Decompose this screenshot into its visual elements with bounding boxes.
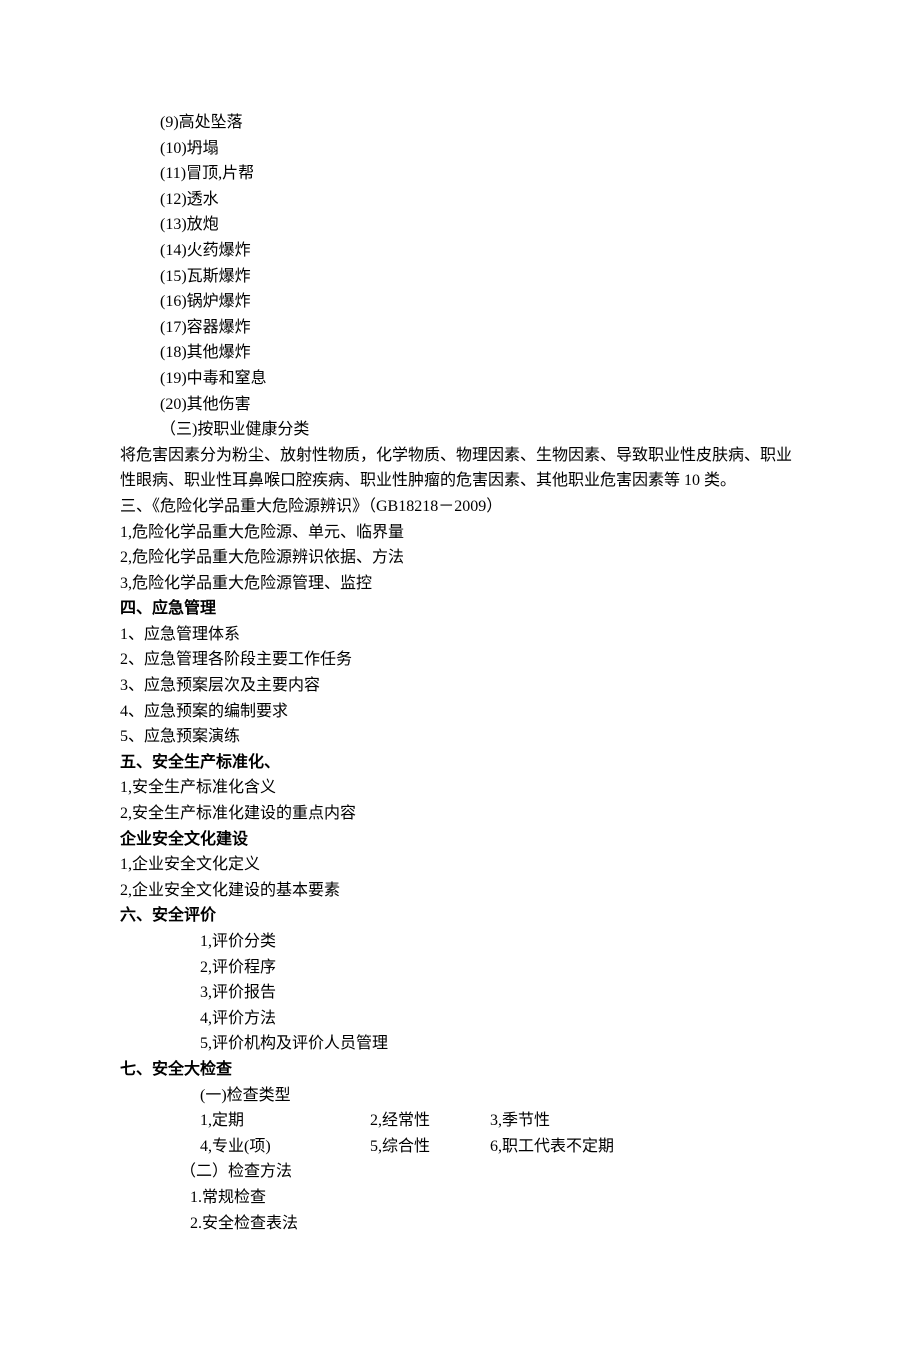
subsection-heading: （二）检查方法	[120, 1159, 800, 1185]
indented-list: 1,评价分类 2,评价程序 3,评价报告 4,评价方法 5,评价机构及评价人员管…	[120, 929, 800, 1057]
section-heading: 七、安全大检查	[120, 1057, 800, 1083]
list-item: 1,安全生产标准化含义	[120, 775, 800, 801]
inline-row: 4,专业(项) 5,综合性 6,职工代表不定期	[200, 1134, 800, 1160]
list-item: 4,评价方法	[200, 1006, 800, 1032]
indented-block: (一)检查类型 1,定期 2,经常性 3,季节性 4,专业(项) 5,综合性 6…	[120, 1083, 800, 1160]
list-item: 3,危险化学品重大危险源管理、监控	[120, 571, 800, 597]
list-item: (15)瓦斯爆炸	[160, 264, 800, 290]
list-item: (17)容器爆炸	[160, 315, 800, 341]
list-item: 1、应急管理体系	[120, 622, 800, 648]
list-item: 2,企业安全文化建设的基本要素	[120, 878, 800, 904]
list-item: 5、应急预案演练	[120, 724, 800, 750]
inline-item: 4,专业(项)	[200, 1134, 370, 1160]
inline-item: 6,职工代表不定期	[490, 1134, 670, 1160]
inline-row: 1,定期 2,经常性 3,季节性	[200, 1108, 800, 1134]
list-item: (10)坍塌	[160, 136, 800, 162]
list-item: (20)其他伤害	[160, 392, 800, 418]
list-item: 3,评价报告	[200, 980, 800, 1006]
list-item: 2,危险化学品重大危险源辨识依据、方法	[120, 545, 800, 571]
list-item: 1,企业安全文化定义	[120, 852, 800, 878]
inline-item: 5,综合性	[370, 1134, 490, 1160]
inline-item: 2,经常性	[370, 1108, 490, 1134]
indented-list: 1.常规检查 2.安全检查表法	[120, 1185, 800, 1236]
list-item: (9)高处坠落	[160, 110, 800, 136]
inline-item: 3,季节性	[490, 1108, 670, 1134]
section-heading: 三、《危险化学品重大危险源辨识》（GB18218－2009）	[120, 494, 800, 520]
list-item: (14)火药爆炸	[160, 238, 800, 264]
numbered-list: (9)高处坠落 (10)坍塌 (11)冒顶,片帮 (12)透水 (13)放炮 (…	[120, 110, 800, 417]
section-heading: 五、安全生产标准化、	[120, 750, 800, 776]
list-item: 2.安全检查表法	[190, 1211, 800, 1237]
list-item: (13)放炮	[160, 212, 800, 238]
list-item: 2、应急管理各阶段主要工作任务	[120, 647, 800, 673]
list-item: 4、应急预案的编制要求	[120, 699, 800, 725]
inline-item: 1,定期	[200, 1108, 370, 1134]
subsection-heading: (一)检查类型	[200, 1083, 800, 1109]
list-item: (18)其他爆炸	[160, 340, 800, 366]
section-heading: 四、应急管理	[120, 596, 800, 622]
list-item: 5,评价机构及评价人员管理	[200, 1031, 800, 1057]
document-content: (9)高处坠落 (10)坍塌 (11)冒顶,片帮 (12)透水 (13)放炮 (…	[120, 110, 800, 1236]
section-heading: 六、安全评价	[120, 903, 800, 929]
list-item: 3、应急预案层次及主要内容	[120, 673, 800, 699]
section-heading: 企业安全文化建设	[120, 827, 800, 853]
list-item: (16)锅炉爆炸	[160, 289, 800, 315]
subsection-heading: （三)按职业健康分类	[120, 417, 800, 443]
paragraph-text: 将危害因素分为粉尘、放射性物质，化学物质、物理因素、生物因素、导致职业性皮肤病、…	[120, 443, 800, 494]
list-item: 1,评价分类	[200, 929, 800, 955]
list-item: 1.常规检查	[190, 1185, 800, 1211]
list-item: (12)透水	[160, 187, 800, 213]
list-item: (11)冒顶,片帮	[160, 161, 800, 187]
list-item: (19)中毒和窒息	[160, 366, 800, 392]
list-item: 2,安全生产标准化建设的重点内容	[120, 801, 800, 827]
list-item: 2,评价程序	[200, 955, 800, 981]
list-item: 1,危险化学品重大危险源、单元、临界量	[120, 520, 800, 546]
